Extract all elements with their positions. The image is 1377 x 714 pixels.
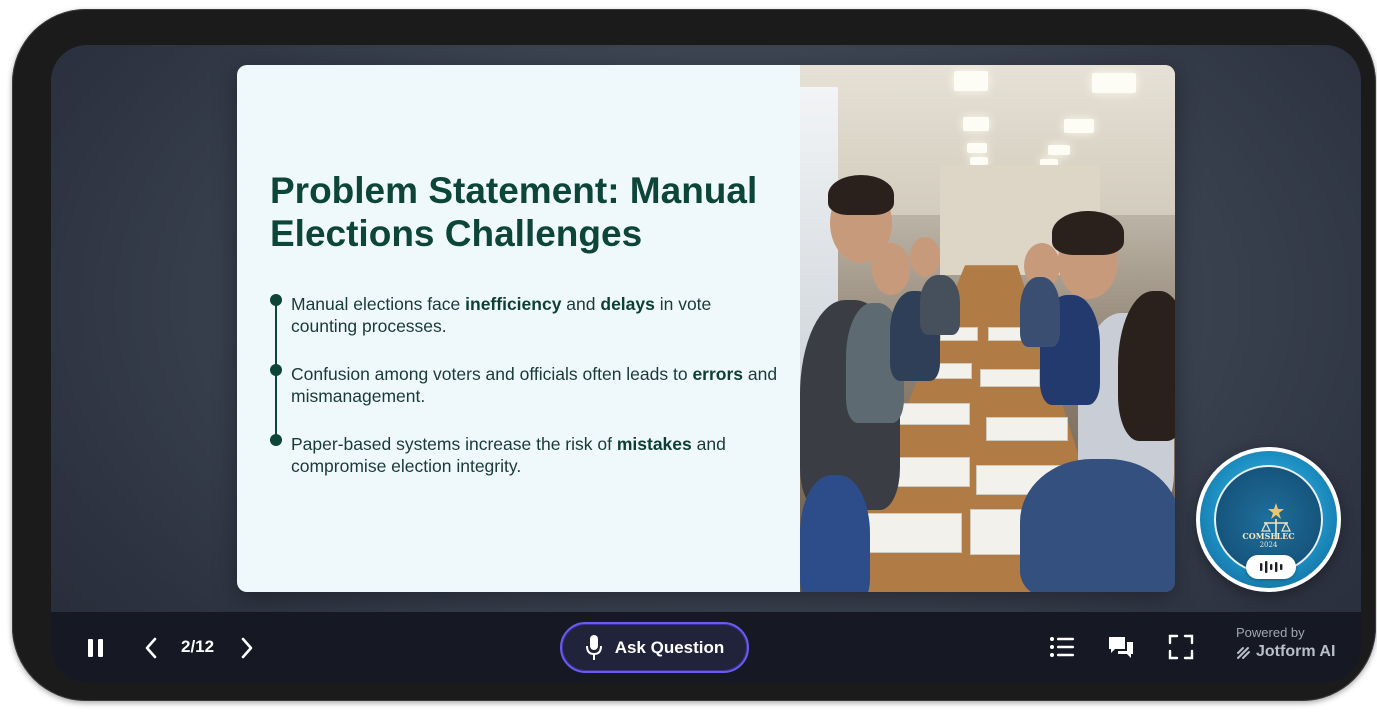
ceiling-light bbox=[1064, 119, 1094, 133]
person-head bbox=[872, 243, 910, 295]
pause-icon bbox=[88, 639, 103, 657]
bullet-emphasis: errors bbox=[692, 364, 744, 384]
chevron-right-icon bbox=[241, 637, 253, 659]
presentation-screen: Problem Statement: Manual Elections Chal… bbox=[51, 45, 1361, 683]
person-left-4 bbox=[920, 275, 960, 335]
assistant-avatar-badge[interactable]: COMSELEC 2024 bbox=[1196, 447, 1341, 592]
bullet-text-segment: Manual elections face bbox=[291, 294, 466, 314]
person-head bbox=[910, 237, 940, 277]
bullet-dot bbox=[270, 434, 282, 446]
ceiling-light bbox=[1092, 73, 1136, 93]
ceiling-light bbox=[970, 157, 988, 165]
bullet-emphasis: inefficiency bbox=[465, 294, 562, 314]
bullet-text-segment: Paper-based systems increase the risk of bbox=[291, 434, 617, 454]
previous-slide-button[interactable] bbox=[139, 634, 163, 662]
chat-icon bbox=[1109, 637, 1133, 658]
bullet-text-segment: Confusion among voters and officials oft… bbox=[291, 364, 693, 384]
jotform-logo-icon bbox=[1237, 647, 1250, 659]
badge-seal: COMSELEC 2024 bbox=[1200, 451, 1337, 588]
slide-title: Problem Statement: Manual Elections Chal… bbox=[270, 170, 758, 254]
chat-button[interactable] bbox=[1105, 632, 1137, 662]
ceiling-light bbox=[1048, 145, 1070, 155]
slide-text-panel: Problem Statement: Manual Elections Chal… bbox=[237, 65, 800, 592]
ballot-paper bbox=[896, 403, 970, 425]
bullet-text: Paper-based systems increase the risk of… bbox=[291, 433, 780, 477]
bullet-list: Manual elections face inefficiency and d… bbox=[270, 293, 780, 503]
bullet-dot bbox=[270, 364, 282, 376]
ballot-paper bbox=[980, 369, 1040, 387]
brand-name: Jotform AI bbox=[1256, 643, 1336, 660]
bullet-emphasis: delays bbox=[600, 294, 655, 314]
fullscreen-button[interactable] bbox=[1166, 632, 1196, 662]
bullet-item: Manual elections face inefficiency and d… bbox=[270, 293, 780, 363]
person-right-3 bbox=[1020, 277, 1060, 347]
bullet-text: Manual elections face inefficiency and d… bbox=[291, 293, 780, 337]
ballot-paper bbox=[986, 417, 1068, 441]
ceiling-light bbox=[963, 117, 989, 131]
next-slide-button[interactable] bbox=[235, 634, 259, 662]
person-hair bbox=[1052, 211, 1124, 255]
brand-row: Jotform AI bbox=[1236, 643, 1356, 661]
badge-seal-text: COMSELEC bbox=[1242, 531, 1295, 541]
microphone-icon bbox=[585, 634, 602, 660]
slide: Problem Statement: Manual Elections Chal… bbox=[237, 65, 1175, 592]
fullscreen-icon bbox=[1168, 634, 1194, 660]
audio-wave-glyph bbox=[1260, 561, 1283, 573]
person-bottom-left bbox=[800, 475, 870, 592]
page-indicator: 2/12 bbox=[181, 637, 215, 656]
audio-wave-icon[interactable] bbox=[1246, 555, 1296, 579]
bullet-text-segment: and bbox=[561, 294, 601, 314]
person-right-back bbox=[1020, 459, 1175, 592]
ask-question-label: Ask Question bbox=[614, 637, 725, 657]
list-icon bbox=[1050, 637, 1074, 657]
slide-list-button[interactable] bbox=[1047, 632, 1077, 662]
powered-by-jotform[interactable]: Powered by Jotform AI bbox=[1236, 625, 1356, 661]
person-hair bbox=[828, 175, 894, 215]
vote-counting-photo bbox=[800, 65, 1175, 592]
ceiling-light bbox=[954, 71, 988, 91]
pause-button[interactable] bbox=[82, 634, 110, 662]
bullet-emphasis: mistakes bbox=[616, 434, 692, 454]
badge-seal-year: 2024 bbox=[1259, 541, 1278, 549]
bullet-dot bbox=[270, 294, 282, 306]
powered-by-label: Powered by bbox=[1236, 625, 1305, 640]
chevron-left-icon bbox=[145, 637, 157, 659]
device-frame: Problem Statement: Manual Elections Chal… bbox=[12, 9, 1376, 701]
bullet-text: Confusion among voters and officials oft… bbox=[291, 363, 780, 407]
bullet-item: Confusion among voters and officials oft… bbox=[270, 363, 780, 433]
control-bar: 2/12 Ask Question Powered by Jotform AI bbox=[51, 612, 1361, 683]
ceiling-light bbox=[967, 143, 987, 153]
ask-question-button[interactable]: Ask Question bbox=[560, 622, 749, 673]
bullet-item: Paper-based systems increase the risk of… bbox=[270, 433, 780, 503]
